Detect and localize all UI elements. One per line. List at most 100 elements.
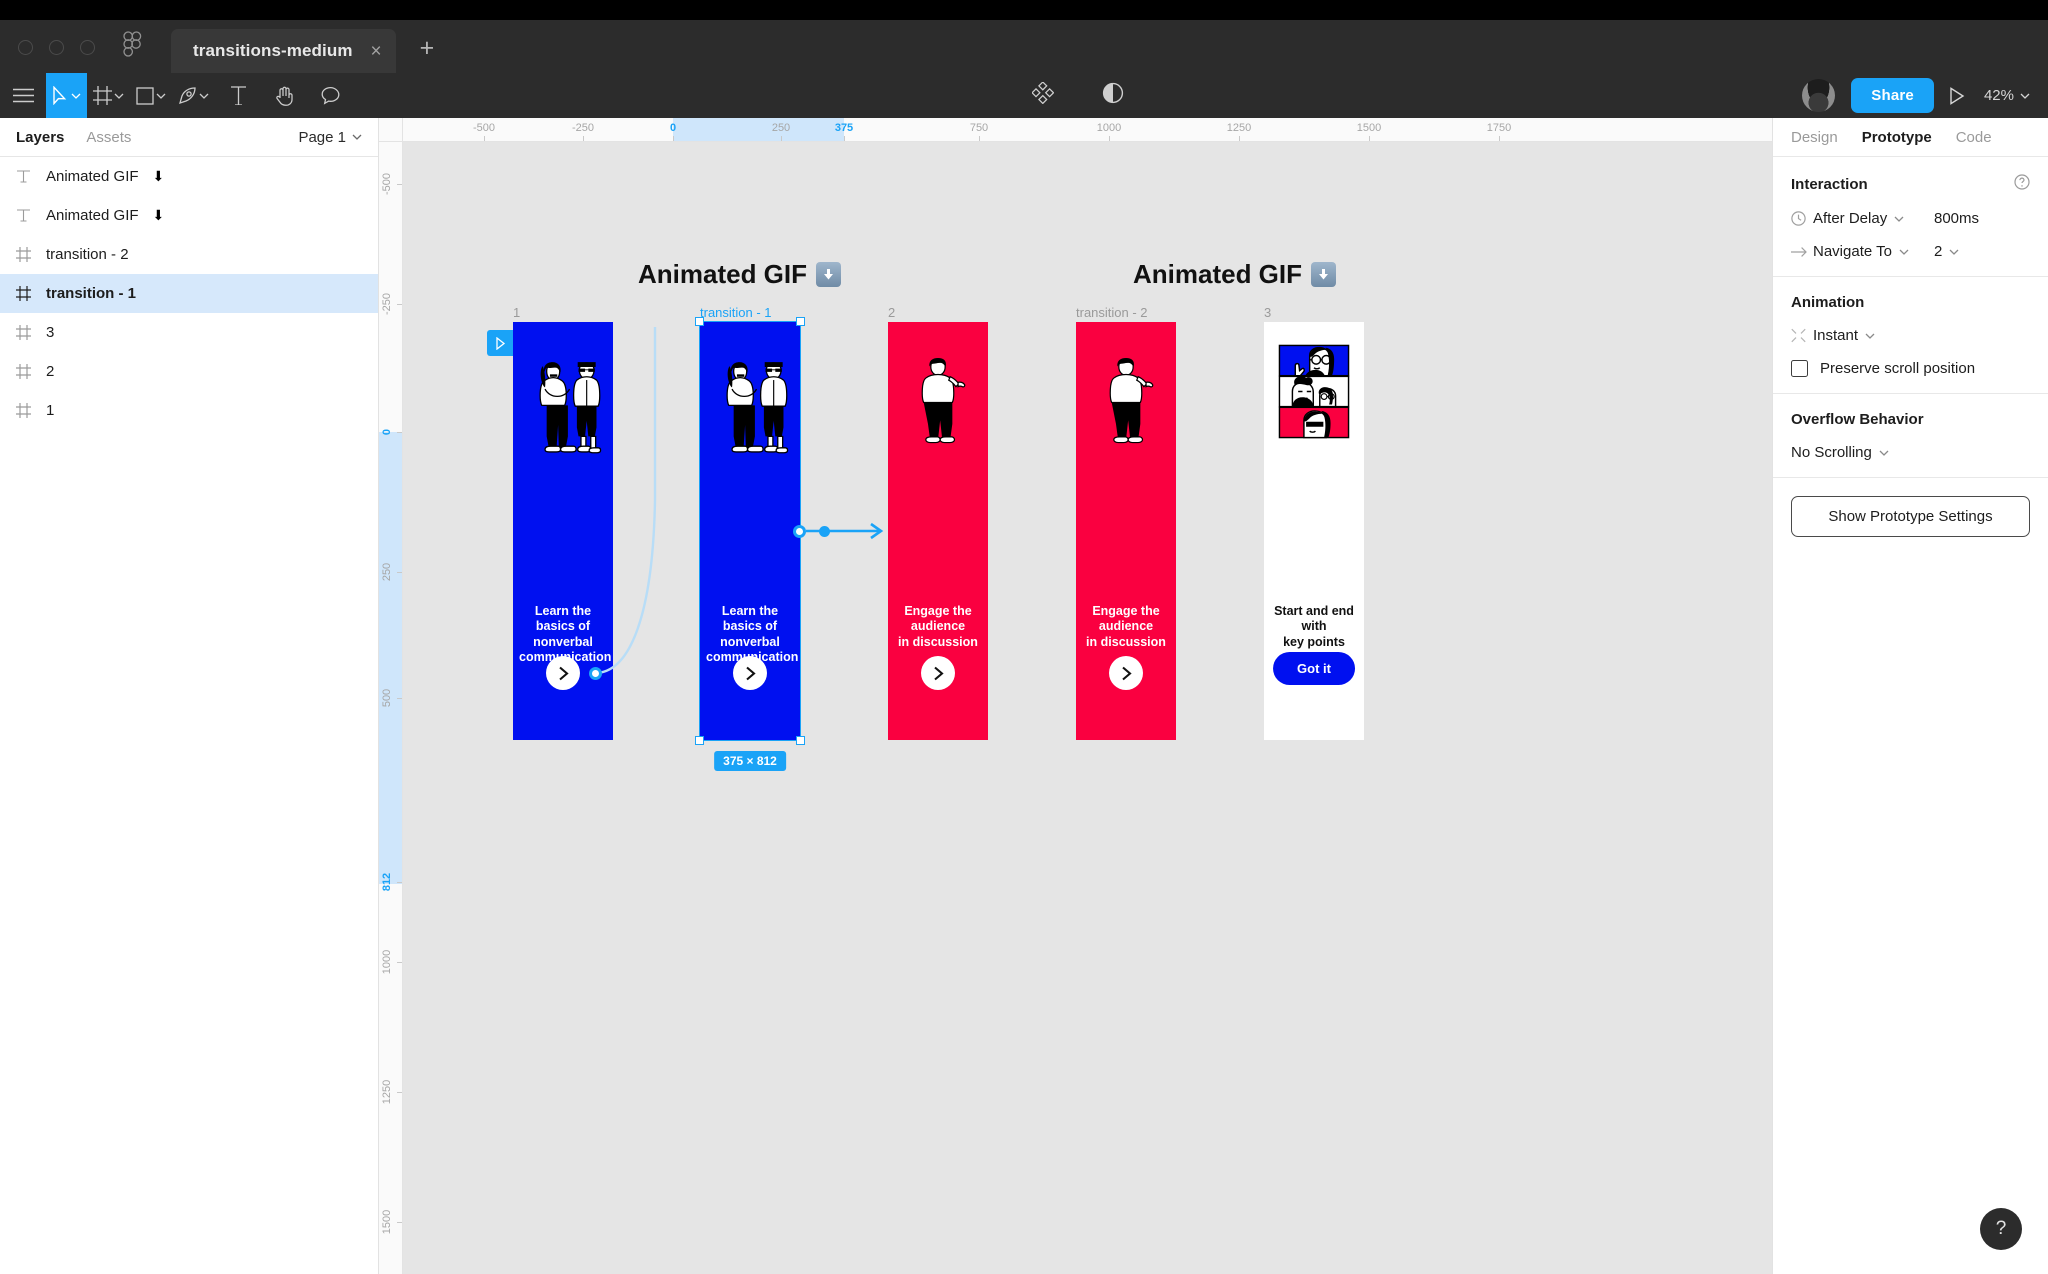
layer-row-animated-gif[interactable]: Animated GIF⬇ [0,196,378,235]
action-dropdown[interactable]: Navigate To [1813,243,1909,260]
design-canvas[interactable]: Animated GIFAnimated GIF1Learn the basic… [403,142,1772,1274]
horizontal-ruler-selection [673,118,844,142]
resize-handle[interactable] [695,736,704,745]
ruler-corner [379,118,403,142]
animated-gif-heading-text: Animated GIF [638,259,807,290]
frame-label[interactable]: 1 [513,305,520,320]
ruler-mark-v [397,432,402,433]
layer-row-transition---2[interactable]: transition - 2 [0,235,378,274]
frame-label[interactable]: transition - 2 [1076,305,1148,320]
frame-layer-icon [14,285,32,303]
layer-row-transition---1[interactable]: transition - 1 [0,274,378,313]
tab-layers[interactable]: Layers [16,129,64,146]
new-tab-button[interactable]: + [420,34,435,63]
chevron-right-icon [933,666,944,681]
user-avatar[interactable] [1802,79,1835,112]
close-tab-icon[interactable]: × [371,42,382,61]
prototype-start-chip[interactable] [487,330,513,356]
present-button[interactable] [1934,87,1980,105]
action-row[interactable]: Navigate To 2 [1791,243,2030,260]
minimize-window-button[interactable] [49,40,64,55]
shape-tool[interactable] [130,73,172,118]
ruler-tick-h: 0 [670,122,676,134]
vertical-ruler[interactable]: -500-2500250500812100012501500 [379,142,403,1274]
frame-label[interactable]: 2 [888,305,895,320]
ruler-mark-v [397,882,402,883]
page-selector[interactable]: Page 1 [298,129,362,146]
layer-row-animated-gif[interactable]: Animated GIF⬇ [0,157,378,196]
maximize-window-button[interactable] [80,40,95,55]
layer-row-3[interactable]: 3 [0,313,378,352]
connection-start-dot[interactable] [793,525,806,538]
resize-handle[interactable] [796,736,805,745]
document-tab[interactable]: transitions-medium × [171,29,396,73]
frame-label[interactable]: 3 [1264,305,1271,320]
ruler-tick-h: 1750 [1487,122,1511,134]
frame-next-button[interactable] [546,656,580,690]
main-menu-button[interactable] [0,73,46,118]
frame-next-button[interactable] [733,656,767,690]
layer-name: 2 [46,363,54,380]
resize-handle[interactable] [695,317,704,326]
main-toolbar: Share 42% [0,73,2048,118]
frame-next-button[interactable] [1109,656,1143,690]
ruler-mark-h [1239,136,1240,141]
overflow-row[interactable]: No Scrolling [1791,444,2030,461]
ruler-tick-h: -250 [572,122,594,134]
move-tool-chevron-down-icon[interactable] [71,93,81,99]
tab-code[interactable]: Code [1956,129,1992,146]
frame-next-button[interactable] [921,656,955,690]
connection-mid-dot[interactable] [819,526,830,537]
artboard-frame[interactable]: Learn the basics ofnonverbal communicati… [700,322,800,740]
animation-type-dropdown[interactable]: Instant [1813,327,1875,344]
tab-assets[interactable]: Assets [86,129,131,146]
ruler-mark-h [1109,136,1110,141]
comment-tool[interactable] [307,73,353,118]
preserve-scroll-label: Preserve scroll position [1820,360,1975,377]
components-icon[interactable] [1032,82,1054,109]
horizontal-ruler[interactable]: -500-25002503757501000125015001750 [403,118,1772,142]
overflow-dropdown[interactable]: No Scrolling [1791,444,1889,461]
frame-label[interactable]: transition - 1 [700,305,772,320]
question-circle-icon[interactable] [2014,174,2030,194]
tab-design[interactable]: Design [1791,129,1838,146]
window-controls[interactable] [0,40,95,73]
tab-prototype[interactable]: Prototype [1862,129,1932,146]
layer-row-2[interactable]: 2 [0,352,378,391]
help-button[interactable]: ? [1980,1208,2022,1250]
figma-logo-icon[interactable] [121,31,143,57]
connection-source-dot[interactable] [589,667,602,680]
action-label: Navigate To [1813,243,1892,260]
artboard-frame[interactable]: Engage the audiencein discussion [888,322,988,740]
ruler-mark-v [397,1092,402,1093]
preserve-scroll-row[interactable]: Preserve scroll position [1791,360,2030,377]
trigger-delay-field[interactable]: 800ms [1934,210,2030,227]
destination-dropdown[interactable]: 2 [1934,243,2030,260]
frame-tool-chevron-down-icon[interactable] [114,93,124,99]
trigger-row[interactable]: After Delay 800ms [1791,210,2030,227]
layer-row-1[interactable]: 1 [0,391,378,430]
hand-tool[interactable] [261,73,307,118]
resize-handle[interactable] [796,317,805,326]
text-tool[interactable] [215,73,261,118]
frame-tool[interactable] [87,73,130,118]
animation-type-row[interactable]: Instant [1791,327,2030,344]
contrast-icon[interactable] [1102,82,1124,109]
share-button[interactable]: Share [1851,78,1934,113]
frame-caption: Engage the audiencein discussion [888,604,988,650]
close-window-button[interactable] [18,40,33,55]
move-tool[interactable] [46,73,87,118]
comic-strip-illustration [1278,344,1350,439]
got-it-button[interactable]: Got it [1273,652,1355,685]
preserve-scroll-checkbox[interactable] [1791,360,1808,377]
artboard-frame[interactable]: Engage the audiencein discussion [1076,322,1176,740]
pen-tool[interactable] [172,73,215,118]
trigger-dropdown[interactable]: After Delay [1813,210,1904,227]
frame-caption: Start and end withkey points [1264,604,1364,650]
pen-tool-chevron-down-icon[interactable] [199,93,209,99]
ruler-tick-h: 1500 [1357,122,1381,134]
shape-tool-chevron-down-icon[interactable] [156,93,166,99]
show-prototype-settings-button[interactable]: Show Prototype Settings [1791,496,2030,537]
zoom-level-menu[interactable]: 42% [1980,87,2030,104]
artboard-frame[interactable]: Start and end withkey pointsGot it [1264,322,1364,740]
